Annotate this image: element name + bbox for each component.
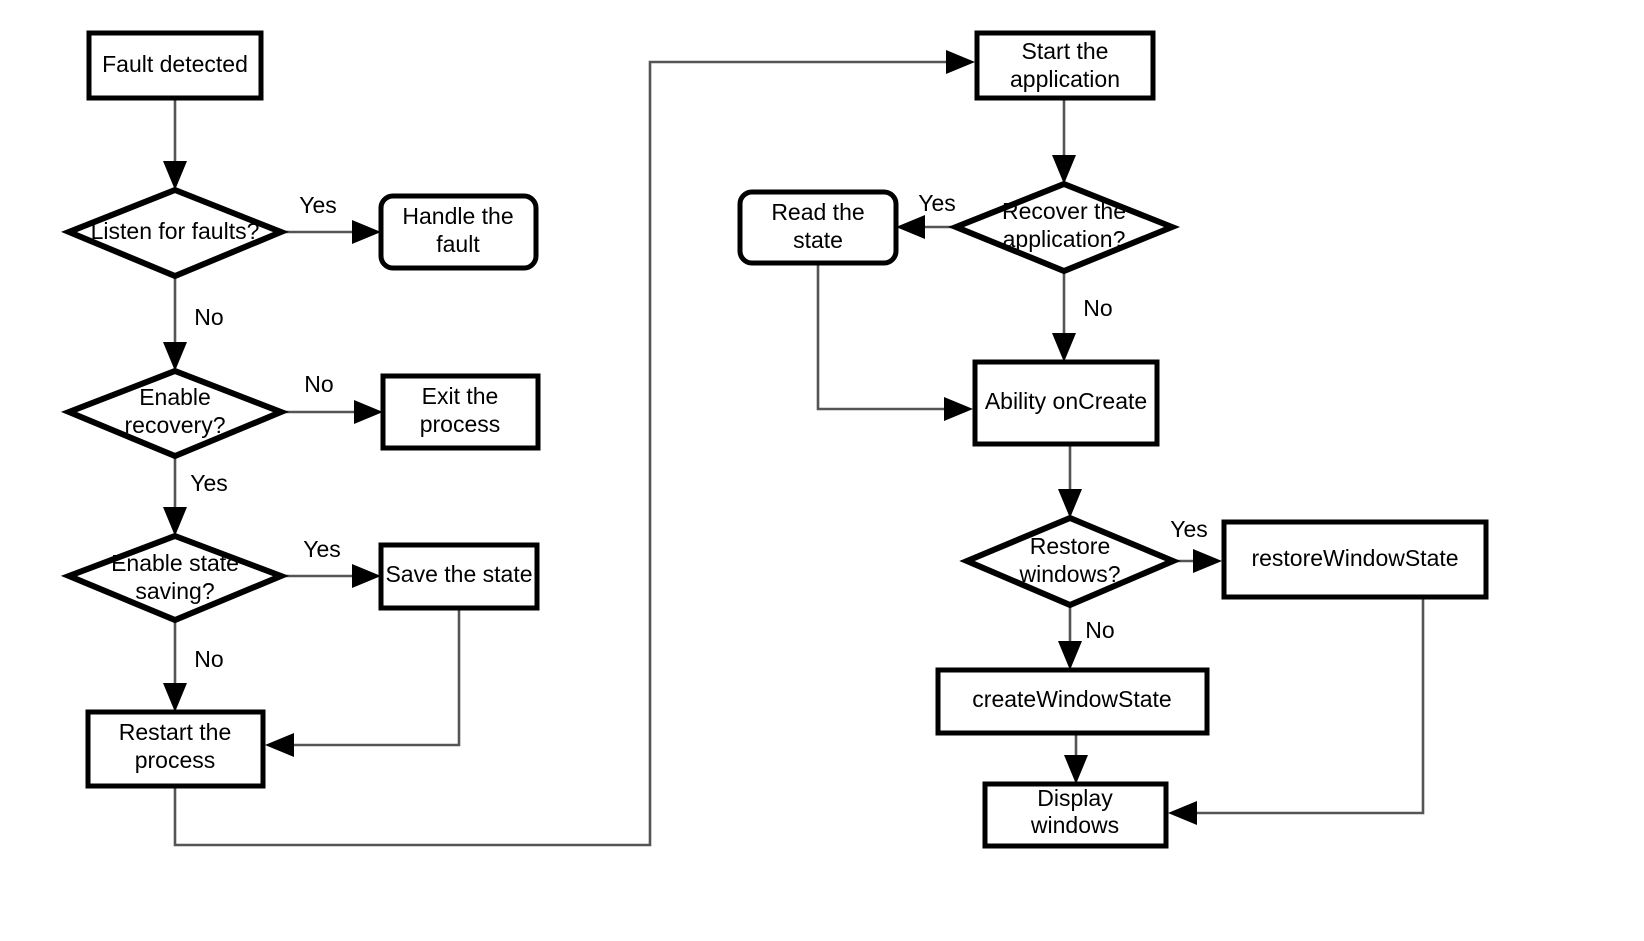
node-start-the-application-label-line1: Start the bbox=[1022, 38, 1109, 64]
edge-recovery-yes-to-statesaving bbox=[163, 457, 187, 536]
edge-label-recovery-yes: Yes bbox=[190, 470, 228, 496]
edge-start-to-recover bbox=[1052, 98, 1076, 184]
node-read-the-state[interactable]: Read the state bbox=[737, 189, 899, 266]
edge-recovery-no-to-exit bbox=[281, 400, 383, 424]
node-exit-the-process[interactable]: Exit the process bbox=[380, 373, 541, 451]
edge-label-recovery-no: No bbox=[304, 371, 333, 397]
edge-recover-no-to-oncreate bbox=[1052, 272, 1076, 362]
edge-label-statesaving-yes: Yes bbox=[303, 536, 341, 562]
node-enable-state-saving[interactable]: Enable state saving? bbox=[60, 532, 290, 624]
node-create-window-state-label: createWindowState bbox=[972, 686, 1171, 712]
edge-statesaving-no-to-restart bbox=[163, 621, 187, 712]
node-fault-detected[interactable]: Fault detected bbox=[86, 30, 264, 101]
edge-readstate-to-oncreate bbox=[816, 263, 973, 421]
node-read-the-state-label-line2: state bbox=[793, 227, 843, 253]
node-start-the-application-label-line2: application bbox=[1010, 66, 1120, 92]
node-handle-the-fault-label-line2: fault bbox=[436, 231, 480, 257]
edge-listen-no-to-recovery bbox=[163, 277, 187, 371]
edge-label-restorewindows-yes: Yes bbox=[1170, 516, 1208, 542]
node-restart-the-process-label-line2: process bbox=[135, 747, 216, 773]
edge-label-statesaving-no: No bbox=[194, 646, 223, 672]
edge-statesaving-yes-to-save bbox=[281, 564, 381, 588]
node-save-the-state-label: Save the state bbox=[385, 561, 532, 587]
node-create-window-state[interactable]: createWindowState bbox=[935, 667, 1210, 736]
edge-restorewindows-no-to-createstate bbox=[1058, 606, 1082, 670]
node-handle-the-fault[interactable]: Handle the fault bbox=[378, 193, 539, 271]
node-start-the-application[interactable]: Start the application bbox=[974, 30, 1156, 101]
node-handle-the-fault-label-line1: Handle the bbox=[402, 203, 513, 229]
node-display-windows-label-line1: Display bbox=[1037, 785, 1113, 811]
node-listen-for-faults-label: Listen for faults? bbox=[91, 218, 260, 244]
node-save-the-state[interactable]: Save the state bbox=[378, 542, 540, 611]
node-restart-the-process-label-line1: Restart the bbox=[119, 719, 232, 745]
edge-label-restorewindows-no: No bbox=[1085, 617, 1114, 643]
node-enable-recovery[interactable]: Enable recovery? bbox=[60, 367, 290, 460]
node-restore-windows-label-line2: windows? bbox=[1019, 561, 1121, 587]
node-fault-detected-label: Fault detected bbox=[102, 51, 248, 77]
edge-recover-yes-to-readstate bbox=[896, 215, 955, 239]
edge-label-recover-no: No bbox=[1083, 295, 1112, 321]
node-ability-oncreate-label: Ability onCreate bbox=[985, 388, 1147, 414]
node-read-the-state-label-line1: Read the bbox=[771, 199, 864, 225]
node-recover-the-application-label-line2: application? bbox=[1003, 226, 1126, 252]
node-restore-window-state-label: restoreWindowState bbox=[1251, 545, 1458, 571]
node-enable-recovery-label-line1: Enable bbox=[139, 384, 211, 410]
edge-fault-to-listen bbox=[163, 98, 187, 190]
flowchart-svg: Fault detected Listen for faults? Handle… bbox=[60, 30, 1489, 849]
node-enable-state-saving-label-line2: saving? bbox=[135, 578, 214, 604]
node-restore-window-state[interactable]: restoreWindowState bbox=[1221, 519, 1489, 600]
edge-label-listen-yes: Yes bbox=[299, 192, 337, 218]
node-enable-recovery-label-line2: recovery? bbox=[125, 412, 226, 438]
edge-createstate-to-display bbox=[1064, 733, 1088, 784]
edge-restart-to-start-application bbox=[173, 50, 975, 847]
edge-label-listen-no: No bbox=[194, 304, 223, 330]
node-restore-windows-label-line1: Restore bbox=[1030, 533, 1111, 559]
node-exit-the-process-label-line2: process bbox=[420, 411, 501, 437]
node-display-windows-label-line2: windows bbox=[1030, 812, 1119, 838]
node-ability-oncreate[interactable]: Ability onCreate bbox=[972, 359, 1160, 447]
edge-label-recover-yes: Yes bbox=[918, 190, 956, 216]
node-enable-state-saving-label-line1: Enable state bbox=[111, 550, 239, 576]
edge-oncreate-to-restorewindows bbox=[1058, 444, 1082, 518]
node-exit-the-process-label-line1: Exit the bbox=[422, 383, 499, 409]
flowchart-canvas: Fault detected Listen for faults? Handle… bbox=[0, 0, 1644, 941]
edge-listen-yes-to-handle bbox=[281, 220, 381, 244]
node-restart-the-process[interactable]: Restart the process bbox=[85, 709, 266, 789]
edge-save-to-restart bbox=[265, 608, 461, 757]
node-recover-the-application[interactable]: Recover the application? bbox=[947, 180, 1181, 275]
node-restore-windows[interactable]: Restore windows? bbox=[959, 514, 1181, 609]
node-display-windows[interactable]: Display windows bbox=[982, 781, 1169, 849]
node-listen-for-faults[interactable]: Listen for faults? bbox=[61, 186, 289, 280]
node-recover-the-application-label-line1: Recover the bbox=[1002, 198, 1126, 224]
